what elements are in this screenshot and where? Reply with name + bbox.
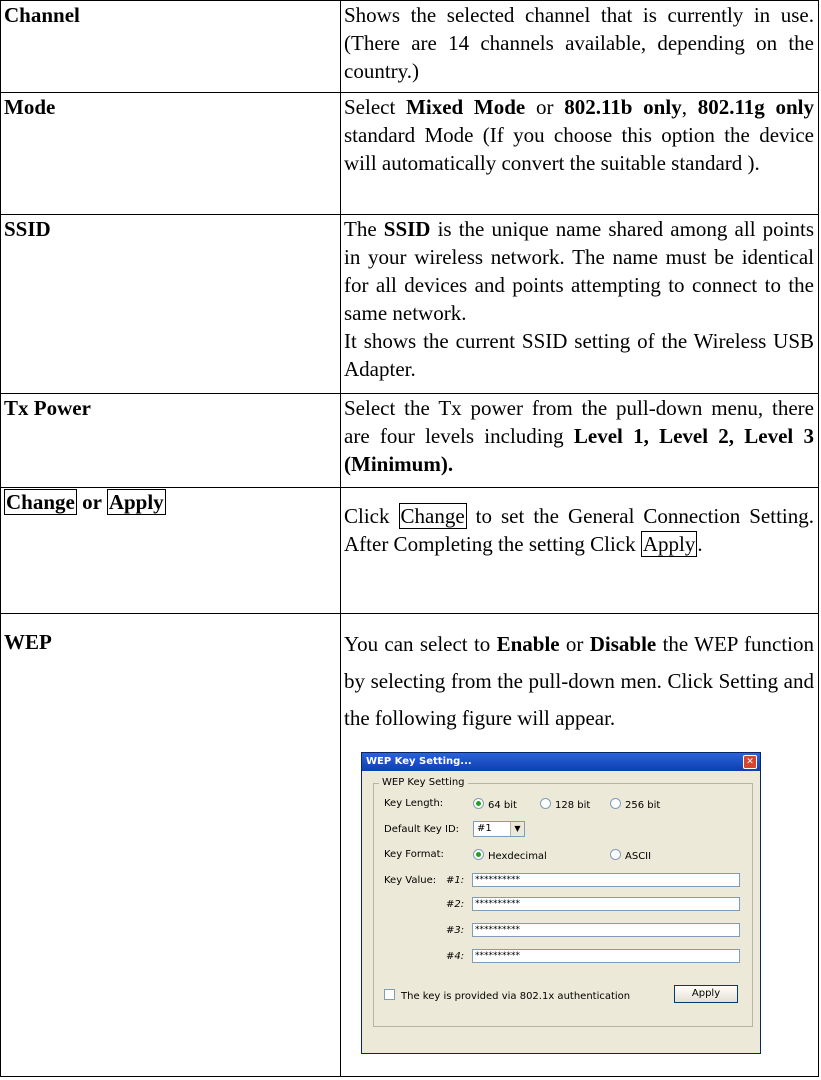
default-key-select[interactable]: #1 ▼ — [473, 821, 525, 837]
key-format-label: Key Format: — [384, 849, 444, 860]
key-value-field-1[interactable]: ********** — [472, 873, 740, 887]
text: Select — [344, 95, 407, 119]
wep-key-group: WEP Key Setting Key Length: 64 bit 128 b… — [373, 777, 753, 1027]
radio-label: 128 bit — [555, 800, 591, 811]
group-legend: WEP Key Setting — [379, 777, 468, 788]
wep-key-dialog: WEP Key Setting... ✕ WEP Key Setting Key… — [361, 752, 761, 1054]
text: standard Mode (If you choose this option… — [344, 123, 814, 175]
bold-text: SSID — [383, 217, 431, 241]
bold-text: Enable — [496, 632, 560, 656]
radio-label: ASCII — [625, 851, 652, 862]
radio-icon — [540, 798, 551, 809]
bold-text: 802.11b only — [564, 95, 682, 119]
settings-table: Channel Shows the selected channel that … — [0, 0, 819, 1077]
change-paragraph: Click Change to set the General Connecti… — [344, 494, 814, 558]
apply-label: Apply — [106, 489, 166, 515]
desc-txpower: Select the Tx power from the pull-down m… — [340, 393, 819, 488]
term-change-apply: Change or Apply — [0, 487, 341, 614]
key-id-4: #4: — [446, 951, 465, 962]
term-channel: Channel — [0, 0, 341, 93]
row-wep: WEP You can select to Enable or Disable … — [0, 613, 819, 1077]
text: The — [344, 217, 384, 241]
802-1x-checkbox[interactable]: The key is provided via 802.1x authentic… — [384, 989, 630, 1002]
row-ssid: SSID The SSID is the unique name shared … — [0, 214, 819, 394]
close-icon[interactable]: ✕ — [743, 755, 757, 769]
radio-label: 64 bit — [488, 800, 517, 811]
wep-paragraph: You can select to Enable or Disable the … — [344, 614, 814, 737]
bold-text: Disable — [589, 632, 657, 656]
row-channel: Channel Shows the selected channel that … — [0, 0, 819, 93]
radio-128bit[interactable]: 128 bit — [540, 798, 590, 811]
text: or — [525, 95, 565, 119]
key-value-label: Key Value: — [384, 875, 437, 886]
text: or — [76, 490, 107, 514]
text: You can select to — [344, 632, 497, 656]
text: , — [681, 95, 698, 119]
key-length-row: Key Length: — [384, 798, 443, 809]
radio-label: Hexdecimal — [488, 851, 547, 862]
apply-button[interactable]: Apply — [674, 985, 738, 1003]
change-inline: Change — [398, 503, 467, 529]
key-id-2: #2: — [446, 899, 465, 910]
key-value-field-2[interactable]: ********** — [472, 897, 740, 911]
radio-64bit[interactable]: 64 bit — [473, 798, 517, 811]
change-label: Change — [4, 489, 77, 515]
checkbox-icon — [384, 989, 395, 1000]
key-value-field-4[interactable]: ********** — [472, 949, 740, 963]
key-id-1: #1: — [446, 875, 465, 886]
text: Click — [344, 504, 399, 528]
radio-icon — [610, 849, 621, 860]
radio-ascii[interactable]: ASCII — [610, 849, 651, 862]
bold-text: Mixed Mode — [406, 95, 526, 119]
text: . — [697, 532, 703, 556]
key-length-label: Key Length: — [384, 798, 444, 809]
term-mode: Mode — [0, 92, 341, 215]
desc-mode: Select Mixed Mode or 802.11b only, 802.1… — [340, 92, 819, 215]
desc-change-apply: Click Change to set the General Connecti… — [340, 487, 819, 614]
checkbox-label: The key is provided via 802.1x authentic… — [401, 991, 631, 1002]
radio-selected-icon — [473, 849, 484, 860]
term-txpower: Tx Power — [0, 393, 341, 488]
term-wep: WEP — [0, 613, 341, 1077]
radio-selected-icon — [473, 798, 484, 809]
desc-channel: Shows the selected channel that is curre… — [340, 0, 819, 93]
key-id-3: #3: — [446, 925, 465, 936]
apply-inline: Apply — [640, 531, 698, 557]
bold-text: 802.11g only — [697, 95, 815, 119]
text: or — [559, 632, 590, 656]
key-value-field-3[interactable]: ********** — [472, 923, 740, 937]
term-ssid: SSID — [0, 214, 341, 394]
dialog-title-bar: WEP Key Setting... ✕ — [362, 753, 760, 771]
row-mode: Mode Select Mixed Mode or 802.11b only, … — [0, 92, 819, 215]
row-change-apply: Change or Apply Click Change to set the … — [0, 487, 819, 614]
desc-ssid: The SSID is the unique name shared among… — [340, 214, 819, 394]
radio-label: 256 bit — [625, 800, 661, 811]
select-value: #1 — [477, 823, 492, 834]
radio-icon — [610, 798, 621, 809]
radio-256bit[interactable]: 256 bit — [610, 798, 660, 811]
dialog-title: WEP Key Setting... — [366, 756, 472, 767]
desc-wep: You can select to Enable or Disable the … — [340, 613, 819, 1077]
text: It shows the current SSID setting of the… — [344, 329, 814, 381]
default-key-label: Default Key ID: — [384, 824, 460, 835]
chevron-down-icon: ▼ — [510, 822, 524, 836]
row-txpower: Tx Power Select the Tx power from the pu… — [0, 393, 819, 488]
radio-hexdecimal[interactable]: Hexdecimal — [473, 849, 547, 862]
